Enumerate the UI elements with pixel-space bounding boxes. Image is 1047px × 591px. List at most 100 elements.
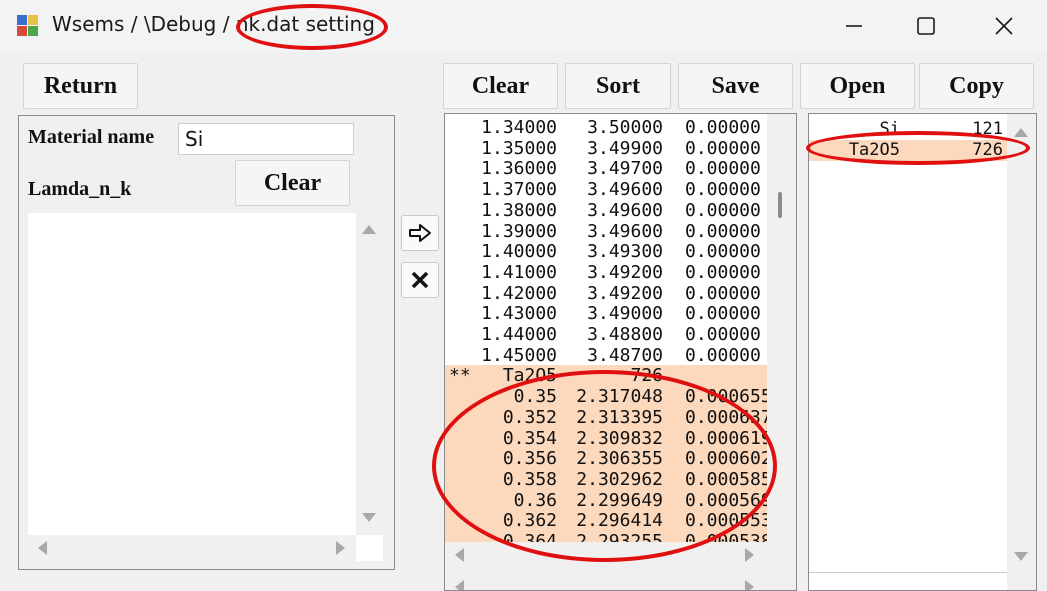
scroll-down-icon[interactable]	[362, 513, 376, 522]
data-row[interactable]: 1.36000 3.49700 0.00000	[445, 158, 767, 179]
lamda-n-k-label: Lamda_n_k	[28, 178, 132, 200]
scroll-thumb[interactable]	[778, 192, 782, 218]
scroll-up-icon[interactable]	[1014, 128, 1028, 137]
data-row[interactable]: 1.37000 3.49600 0.00000	[445, 179, 767, 200]
clear-list-button[interactable]: Clear	[443, 63, 558, 109]
return-button[interactable]: Return	[23, 63, 138, 109]
delete-button[interactable]	[401, 262, 439, 298]
data-cell-c3: 0.00000	[685, 158, 761, 180]
nk-data-list[interactable]: 1.34000 3.50000 0.00000 1.35000 3.49900 0.000…	[444, 113, 797, 591]
data-row[interactable]: 1.44000 3.48800 0.00000	[445, 324, 767, 345]
data-cell-c1: 1.41000	[481, 261, 557, 283]
data-cell-c3: 0.00000	[685, 137, 761, 159]
data-cell-c1: 0.362	[502, 510, 557, 532]
data-row[interactable]: 1.39000 3.49600 0.00000	[445, 221, 767, 242]
data-cell-c1: 1.40000	[481, 241, 557, 263]
data-row[interactable]: 0.358 2.302962 0.000585	[445, 468, 767, 490]
data-row[interactable]: 1.34000 3.50000 0.00000	[445, 117, 767, 138]
scroll-up-icon[interactable]	[362, 225, 376, 234]
open-button[interactable]: Open	[800, 63, 915, 109]
minimize-button[interactable]	[818, 0, 890, 52]
data-row[interactable]: 1.45000 3.48700 0.00000	[445, 345, 767, 366]
data-row[interactable]: 1.42000 3.49200 0.00000	[445, 283, 767, 304]
data-cell-c2: 2.296414	[576, 510, 663, 532]
data-cell-c1: 0.358	[502, 468, 557, 490]
data-cell-c3: 0.000585	[685, 468, 767, 490]
sort-button[interactable]: Sort	[565, 63, 671, 109]
data-cell-c2: 3.48800	[587, 324, 663, 345]
data-cell-c2: 726	[630, 365, 663, 387]
data-cell-c1: 1.43000	[481, 303, 557, 325]
scroll-right-icon[interactable]	[745, 580, 754, 590]
data-cell-c2: 2.302962	[576, 468, 663, 490]
scroll-right-icon[interactable]	[336, 541, 345, 555]
material-list[interactable]: Si 121 Ta2O5 726	[808, 113, 1037, 591]
material-list-item[interactable]: Ta2O5 726	[809, 140, 1007, 161]
copy-button[interactable]: Copy	[919, 63, 1034, 109]
move-right-button[interactable]	[401, 215, 439, 251]
data-cell-c2: 2.317048	[576, 386, 663, 408]
data-cell-c2: 3.49600	[587, 220, 663, 242]
close-button[interactable]	[968, 0, 1040, 52]
data-cell-c2: 3.49600	[587, 199, 663, 221]
maximize-button[interactable]	[890, 0, 962, 52]
clear-editor-button[interactable]: Clear	[235, 160, 350, 206]
data-cell-c3: 0.00000	[685, 344, 761, 366]
lamda-n-k-textarea[interactable]	[28, 213, 383, 561]
app-icon[interactable]	[17, 15, 39, 37]
material-count: 726	[972, 140, 1003, 160]
data-row[interactable]: 1.43000 3.49000 0.00000	[445, 303, 767, 324]
data-cell-c2: 3.49200	[587, 261, 663, 283]
data-cell-c2: 2.306355	[576, 448, 663, 470]
data-cell-c3: 0.00000	[685, 261, 761, 283]
data-cell-c3: 0.00000	[685, 324, 761, 345]
data-cell-c2: 3.49700	[587, 158, 663, 180]
data-row[interactable]: 1.41000 3.49200 0.00000	[445, 262, 767, 283]
data-cell-c3: 0.00000	[685, 220, 761, 242]
divider	[809, 572, 1007, 573]
data-cell-c3: 0.00000	[685, 282, 761, 304]
scroll-left-icon[interactable]	[455, 580, 464, 590]
scroll-left-icon[interactable]	[455, 548, 464, 562]
data-cell-c2: 2.309832	[576, 427, 663, 449]
material-name-input[interactable]	[178, 123, 354, 155]
data-cell-c2: 3.49300	[587, 241, 663, 263]
material-name-label: Material name	[28, 126, 155, 148]
list-bottom-area	[445, 568, 796, 590]
minimize-icon	[846, 25, 862, 27]
data-cell-c2: 3.50000	[587, 117, 663, 138]
data-cell-c1: 1.38000	[481, 199, 557, 221]
save-button[interactable]: Save	[678, 63, 793, 109]
data-cell-c1: 1.35000	[481, 137, 557, 159]
scroll-right-icon[interactable]	[745, 548, 754, 562]
horizontal-scrollbar[interactable]	[28, 535, 356, 561]
data-row[interactable]: ** Ta2O5 726	[445, 365, 767, 387]
data-row[interactable]: 1.38000 3.49600 0.00000	[445, 200, 767, 221]
material-vertical-scrollbar[interactable]	[1007, 114, 1036, 590]
scroll-left-icon[interactable]	[38, 541, 47, 555]
data-cell-c3: 0.000553	[685, 510, 767, 532]
data-row[interactable]: 0.35 2.317048 0.000655	[445, 386, 767, 408]
data-row[interactable]: 0.354 2.309832 0.000619	[445, 427, 767, 449]
scroll-down-icon[interactable]	[1014, 552, 1028, 561]
data-cell-c3: 0.00000	[685, 179, 761, 201]
vertical-scrollbar[interactable]	[356, 213, 383, 535]
data-cell-c3: 0.00000	[685, 241, 761, 263]
data-row[interactable]: 0.362 2.296414 0.000553	[445, 510, 767, 532]
material-count: 121	[972, 119, 1003, 139]
material-name: Si	[879, 119, 900, 139]
data-cell-c1: 1.34000	[481, 117, 557, 138]
data-row[interactable]: 0.356 2.306355 0.000602	[445, 448, 767, 470]
data-cell-c1: 1.45000	[481, 344, 557, 366]
data-vertical-scrollbar[interactable]	[767, 114, 796, 542]
data-horizontal-scrollbar[interactable]	[445, 542, 796, 568]
data-cell-c1: 1.44000	[481, 324, 557, 345]
data-row[interactable]: 0.36 2.299649 0.000569	[445, 489, 767, 511]
data-row[interactable]: 0.352 2.313395 0.000637	[445, 406, 767, 428]
data-cell-c2: 3.48700	[587, 344, 663, 366]
data-row[interactable]: 1.35000 3.49900 0.00000	[445, 138, 767, 159]
data-row[interactable]: 1.40000 3.49300 0.00000	[445, 241, 767, 262]
maximize-icon	[917, 17, 935, 35]
material-list-item[interactable]: Si 121	[809, 119, 1007, 140]
x-icon	[411, 271, 429, 289]
